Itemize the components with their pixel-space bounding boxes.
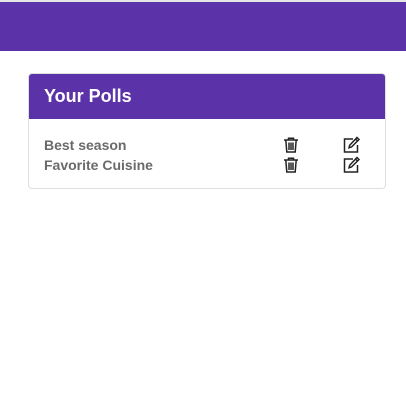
poll-list: Best season Favorite Cuisine — [29, 119, 385, 177]
trash-icon — [284, 137, 298, 153]
edit-icon — [343, 156, 361, 173]
edit-poll-button[interactable] — [341, 155, 361, 175]
poll-item: Best season — [29, 135, 385, 157]
delete-poll-button[interactable] — [281, 135, 301, 155]
trash-icon — [284, 157, 298, 173]
navbar — [0, 2, 406, 51]
poll-name[interactable]: Best season — [44, 137, 126, 153]
edit-poll-button[interactable] — [341, 135, 361, 155]
polls-card: Your Polls Best season Favorite Cuisine — [28, 73, 386, 189]
delete-poll-button[interactable] — [281, 155, 301, 175]
poll-item: Favorite Cuisine — [29, 155, 385, 177]
edit-icon — [343, 136, 361, 153]
poll-name[interactable]: Favorite Cuisine — [44, 157, 153, 173]
card-title: Your Polls — [29, 74, 385, 119]
